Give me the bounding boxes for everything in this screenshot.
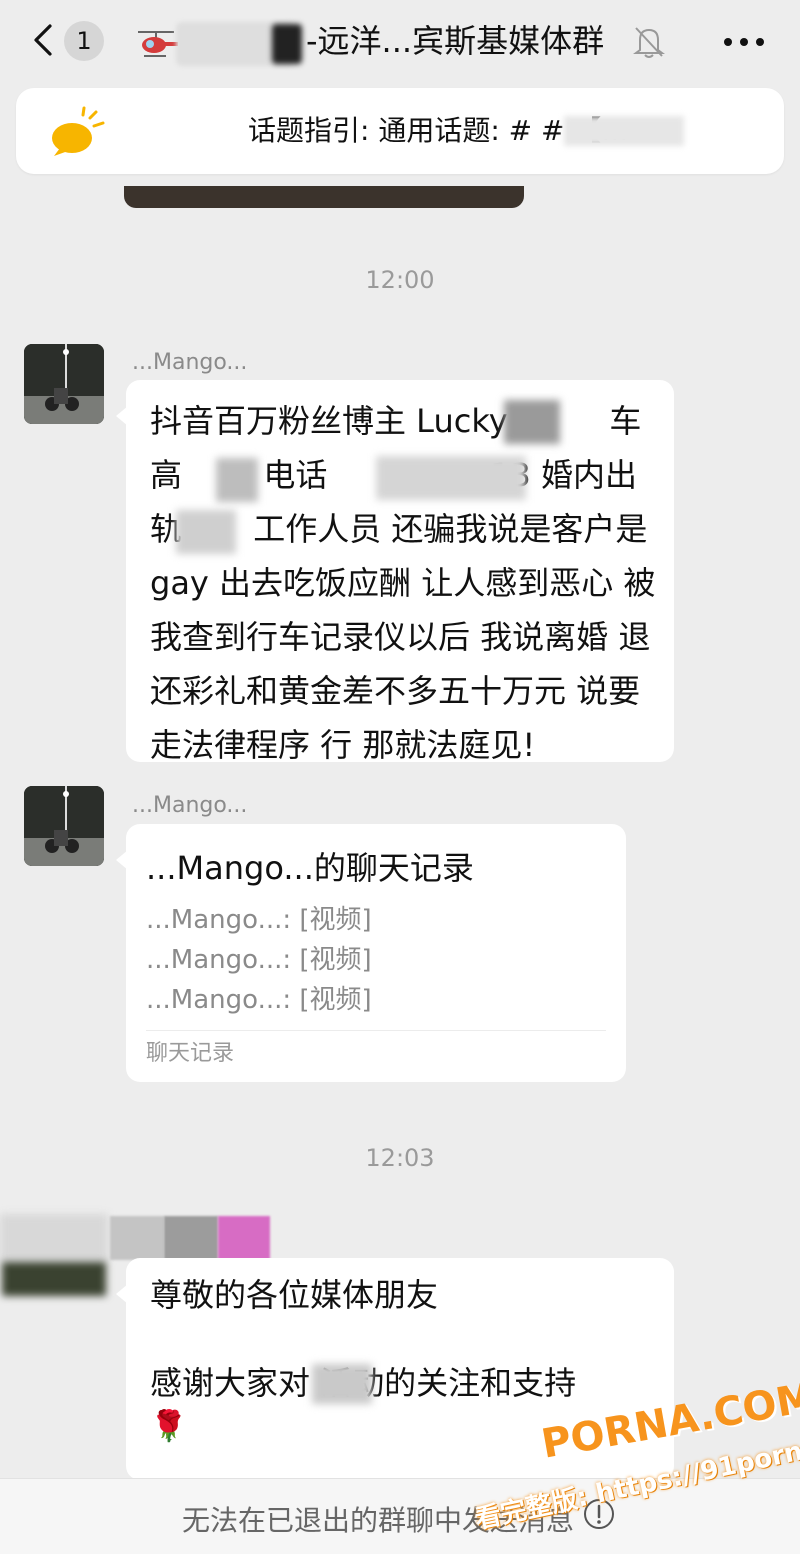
- timestamp: 12:03: [365, 1144, 435, 1172]
- redacted-avatar-blur: [2, 1262, 106, 1296]
- avatar-photo: [24, 786, 104, 866]
- chat-record-footer: 聊天记录: [146, 1041, 235, 1066]
- chat-record-line: ...Mango...: [视频]: [146, 945, 372, 975]
- redaction-blur: [504, 400, 560, 444]
- helicopter-icon: [138, 31, 178, 57]
- redacted-topic-blur: [564, 116, 684, 146]
- redacted-name-block: [218, 1216, 270, 1260]
- chat-title: -远洋...宾斯基媒体群: [306, 22, 605, 60]
- avatar[interactable]: [24, 786, 104, 866]
- message-bubble[interactable]: 抖音百万粉丝博主 Lucky 车高 电话 13 婚内出轨 工作人员 还骗我说是客…: [116, 380, 674, 764]
- redacted-title-blur-dark: [272, 24, 302, 64]
- redacted-name-block: [164, 1216, 218, 1260]
- topic-guide-card[interactable]: 话题指引: 通用话题: # # 【...: [16, 88, 784, 174]
- chat-header: 1 -远洋...宾斯基媒体群: [0, 0, 800, 84]
- back-arrow-icon[interactable]: [28, 22, 58, 58]
- sender-name: ...Mango...: [132, 793, 248, 818]
- redaction-blur: [216, 458, 258, 502]
- chat-record-title: ...Mango...的聊天记录: [146, 849, 474, 887]
- previous-media-thumbnail[interactable]: [124, 186, 524, 208]
- chat-record-line: ...Mango...: [视频]: [146, 905, 372, 935]
- chat-record-line: ...Mango...: [视频]: [146, 985, 372, 1015]
- chat-record-card[interactable]: ...Mango...的聊天记录 ...Mango...: [视频] ...Ma…: [116, 824, 626, 1082]
- sender-name: ...Mango...: [132, 350, 248, 375]
- rose-emoji: 🌹: [150, 1409, 188, 1444]
- timestamp: 12:00: [365, 266, 435, 294]
- mute-bell-icon: [633, 27, 665, 58]
- avatar[interactable]: [24, 344, 104, 424]
- redaction-blur: [376, 456, 526, 500]
- chat-bubble-icon: [52, 106, 105, 156]
- redacted-name-block: [110, 1216, 164, 1260]
- redaction-blur: [312, 1364, 372, 1404]
- more-options-icon[interactable]: [722, 30, 766, 54]
- redaction-blur: [176, 510, 236, 554]
- message-text: 抖音百万粉丝博主 Lucky 车高 电话 13 婚内出轨 工作人员 还骗我说是客…: [150, 402, 656, 764]
- redacted-avatar-blur: [0, 1214, 108, 1262]
- unread-count-badge[interactable]: 1: [64, 21, 104, 61]
- avatar-photo: [24, 344, 104, 424]
- message-greeting: 尊敬的各位媒体朋友: [150, 1276, 439, 1314]
- divider: [146, 1030, 606, 1031]
